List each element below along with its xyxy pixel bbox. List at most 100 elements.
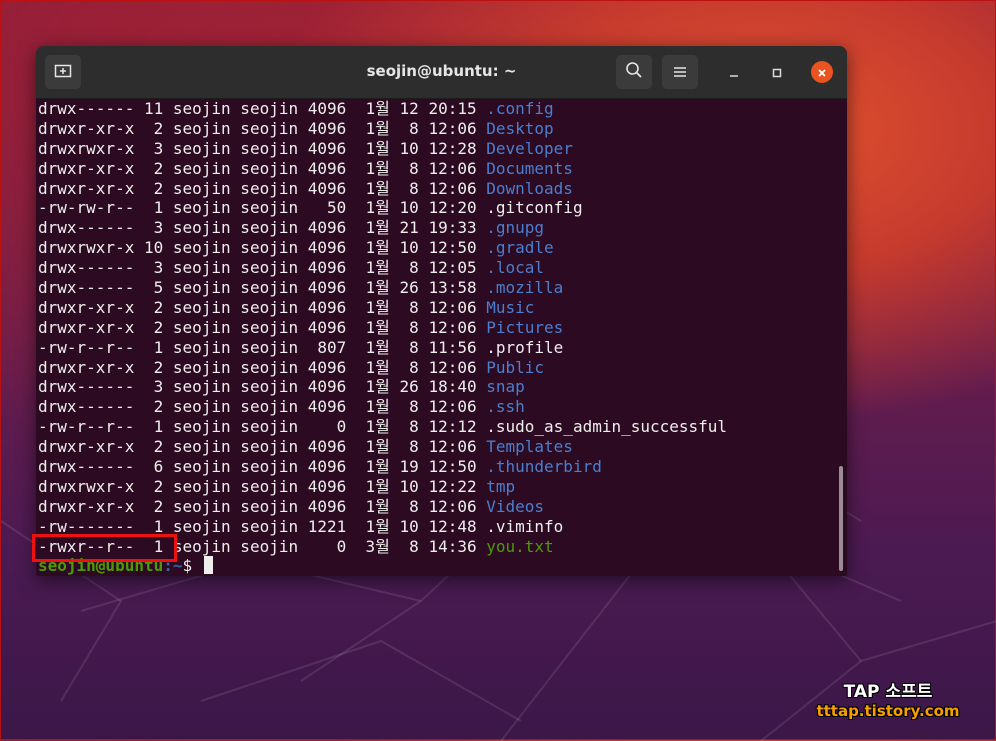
listing-row: drwx------ 2 seojin seojin 4096 1월 8 12:… [38, 397, 847, 417]
file-name: .gitconfig [476, 198, 583, 218]
month: 1월 [346, 457, 390, 477]
group: seojin [230, 178, 299, 198]
search-button[interactable] [616, 55, 652, 89]
permissions: drwx------ [38, 457, 135, 477]
file-name: Pictures [476, 317, 564, 337]
time: 12:06 [418, 496, 477, 516]
link-count: 11 [134, 99, 164, 118]
listing-row: drwx------ 5 seojin seojin 4096 1월 26 13… [38, 278, 847, 298]
file-size: 50 [298, 198, 347, 218]
link-count: 2 [134, 437, 164, 457]
link-count: 2 [134, 317, 164, 337]
owner: seojin [163, 278, 231, 298]
scrollbar[interactable] [839, 466, 843, 571]
owner: seojin [163, 377, 231, 397]
link-count: 2 [134, 476, 164, 496]
month: 1월 [346, 198, 390, 218]
month: 1월 [346, 317, 390, 337]
owner: seojin [163, 457, 231, 477]
prompt-symbol: $ [182, 556, 202, 576]
day: 8 [389, 397, 419, 417]
link-count: 3 [134, 258, 164, 278]
month: 1월 [346, 297, 390, 317]
listing-row: drwx------ 3 seojin seojin 4096 1월 26 18… [38, 377, 847, 397]
day: 8 [389, 417, 419, 437]
owner: seojin [163, 516, 231, 536]
link-count: 2 [134, 357, 164, 377]
menu-button[interactable] [662, 55, 698, 89]
time: 11:56 [418, 337, 477, 357]
day: 12 [389, 99, 419, 118]
file-name: Documents [476, 158, 573, 178]
file-name: .ssh [476, 397, 525, 417]
file-size: 4096 [298, 476, 347, 496]
group: seojin [230, 516, 299, 536]
terminal-window[interactable]: seojin@ubuntu: ~ drwx------ 11 seojin se… [36, 46, 847, 576]
link-count: 5 [134, 278, 164, 298]
watermark: TAP 소프트 tttap.tistory.com [813, 677, 963, 720]
day: 10 [389, 198, 419, 218]
owner: seojin [163, 138, 231, 158]
permissions: drwx------ [38, 99, 135, 118]
close-button[interactable] [811, 61, 833, 83]
watermark-title: TAP 소프트 [843, 682, 933, 702]
file-size: 0 [298, 536, 347, 556]
group: seojin [230, 397, 299, 417]
terminal-output[interactable]: drwx------ 11 seojin seojin 4096 1월 12 2… [36, 99, 847, 576]
permissions: drwx------ [38, 278, 135, 298]
file-size: 4096 [298, 118, 347, 138]
link-count: 2 [134, 118, 164, 138]
month: 1월 [346, 278, 390, 298]
month: 1월 [346, 178, 390, 198]
day: 8 [389, 158, 419, 178]
permissions: drwx------ [38, 377, 135, 397]
listing-row: drwxr-xr-x 2 seojin seojin 4096 1월 8 12:… [38, 358, 847, 378]
time: 20:15 [418, 99, 477, 118]
group: seojin [230, 198, 299, 218]
permissions: -rw-r--r-- [38, 337, 135, 357]
group: seojin [230, 278, 299, 298]
group: seojin [230, 258, 299, 278]
listing-row: drwxrwxr-x 2 seojin seojin 4096 1월 10 12… [38, 477, 847, 497]
minimize-button[interactable] [724, 62, 744, 82]
red-highlight-box [32, 534, 177, 562]
day: 19 [389, 457, 419, 477]
group: seojin [230, 417, 299, 437]
day: 26 [389, 377, 419, 397]
group: seojin [230, 297, 299, 317]
file-name: Videos [476, 496, 545, 516]
time: 12:50 [418, 238, 477, 258]
title-bar[interactable]: seojin@ubuntu: ~ [36, 46, 847, 99]
day: 8 [389, 118, 419, 138]
listing-row: drwxrwxr-x 3 seojin seojin 4096 1월 10 12… [38, 139, 847, 159]
file-name: .mozilla [476, 278, 564, 298]
file-name: you.txt [476, 536, 554, 556]
group: seojin [230, 357, 299, 377]
day: 8 [389, 357, 419, 377]
month: 1월 [346, 496, 390, 516]
file-size: 4096 [298, 457, 347, 477]
maximize-button[interactable] [767, 62, 787, 82]
group: seojin [230, 158, 299, 178]
month: 1월 [346, 158, 390, 178]
group: seojin [230, 536, 299, 556]
permissions: drwxrwxr-x [38, 238, 135, 258]
permissions: drwx------ [38, 218, 135, 238]
file-size: 0 [298, 417, 347, 437]
owner: seojin [163, 158, 231, 178]
link-count: 2 [134, 496, 164, 516]
link-count: 1 [134, 198, 164, 218]
owner: seojin [163, 118, 231, 138]
month: 1월 [346, 118, 390, 138]
search-icon [625, 61, 643, 83]
time: 12:22 [418, 476, 477, 496]
permissions: drwxr-xr-x [38, 178, 135, 198]
link-count: 3 [134, 377, 164, 397]
file-name: snap [476, 377, 525, 397]
link-count: 10 [134, 238, 164, 258]
group: seojin [230, 377, 299, 397]
listing-row: drwxr-xr-x 2 seojin seojin 4096 1월 8 12:… [38, 298, 847, 318]
file-name: .gradle [476, 238, 554, 258]
file-size: 4096 [298, 258, 347, 278]
owner: seojin [163, 178, 231, 198]
